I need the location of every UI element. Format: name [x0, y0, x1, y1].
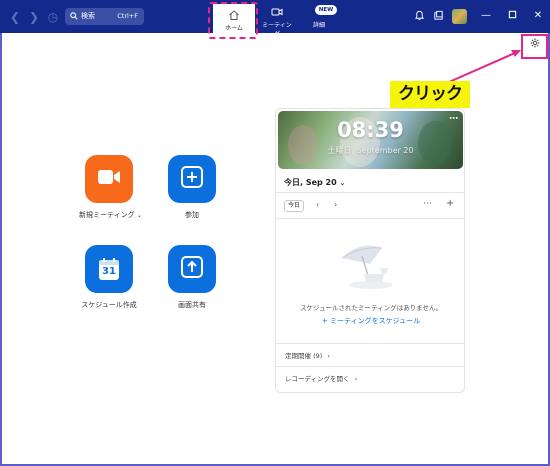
join-tile[interactable] [168, 155, 216, 203]
chevron-right-icon: › [327, 352, 330, 360]
clock-time: 08:39 [337, 118, 404, 142]
history-icon[interactable]: ◷ [46, 10, 60, 24]
plus-icon [181, 166, 203, 192]
chevron-down-icon: ⌄ [339, 179, 346, 187]
calendar-more-icon[interactable]: ⋯ [423, 199, 432, 209]
share-screen-icon [181, 256, 203, 282]
schedule-label: スケジュール作成 [81, 301, 137, 309]
search-box[interactable]: 検索 Ctrl+F [65, 8, 144, 25]
join-label: 参加 [185, 211, 199, 219]
new-meeting-button[interactable]: 新規ミーティング ⌄ [79, 155, 142, 220]
recurring-meetings-link[interactable]: 定期開催 (9) › [285, 350, 330, 360]
settings-highlight [521, 34, 548, 59]
chevron-down-icon[interactable]: ⌄ [137, 212, 142, 219]
search-label: 検索 [81, 12, 95, 20]
share-screen-button[interactable]: 画面共有 [162, 245, 222, 310]
next-day-icon[interactable]: › [334, 200, 337, 209]
bell-icon[interactable] [413, 10, 426, 23]
plus-icon: + [321, 317, 328, 325]
umbrella-illustration-icon [341, 245, 393, 289]
recurring-label: 定期開催 (9) [285, 352, 323, 360]
video-icon [271, 6, 283, 18]
schedule-tile[interactable]: 31 [85, 245, 133, 293]
video-camera-icon [97, 168, 121, 190]
forward-icon[interactable]: ❯ [27, 10, 41, 24]
minimize-icon[interactable]: — [480, 10, 492, 22]
divider [276, 192, 464, 193]
empty-state-text: スケジュールされたミーティングはありません。 [300, 304, 442, 312]
notes-icon[interactable] [432, 10, 445, 23]
schedule-meeting-label: ミーティングをスケジュール [330, 317, 421, 325]
maximize-icon[interactable] [506, 10, 518, 22]
chevron-right-icon: › [354, 375, 358, 383]
share-screen-label: 画面共有 [178, 301, 206, 309]
tab-meetings-label: ミーティング [262, 22, 292, 38]
schedule-meeting-link[interactable]: + ミーティングをスケジュール [276, 316, 466, 326]
tab-meetings[interactable]: ミーティング [260, 0, 294, 38]
search-icon [69, 8, 79, 27]
home-tab-highlight [208, 2, 258, 39]
banner-more-icon[interactable]: ⋯ [449, 114, 458, 124]
search-shortcut: Ctrl+F [117, 12, 138, 20]
close-icon[interactable]: ✕ [532, 10, 544, 22]
day-selector-label: 今日, Sep 20 [284, 178, 337, 187]
recordings-link[interactable]: レコーディングを開く › [285, 373, 357, 383]
share-screen-tile[interactable] [168, 245, 216, 293]
new-meeting-label: 新規ミーティング [79, 211, 135, 219]
recordings-label: レコーディングを開く [285, 375, 350, 383]
join-button[interactable]: 参加 [162, 155, 222, 220]
click-callout-label: クリック [390, 81, 470, 108]
back-icon[interactable]: ❮ [8, 10, 22, 24]
schedule-button[interactable]: 31 スケジュール作成 [79, 245, 139, 310]
calendar-day: 31 [102, 266, 116, 277]
avatar[interactable] [452, 9, 467, 24]
divider [276, 218, 464, 219]
tab-details-label: 詳細 [312, 22, 325, 29]
clock-date: 土曜日, September 20 [327, 146, 414, 155]
calendar-icon: 31 [98, 257, 120, 281]
new-badge: NEW [315, 5, 337, 15]
divider [276, 366, 464, 367]
prev-day-icon[interactable]: ‹ [316, 200, 319, 209]
add-event-icon[interactable]: + [446, 198, 454, 209]
day-selector[interactable]: 今日, Sep 20 ⌄ [284, 177, 345, 188]
divider [276, 343, 464, 344]
today-button[interactable]: 今日 [284, 200, 304, 212]
new-meeting-tile[interactable] [85, 155, 133, 203]
